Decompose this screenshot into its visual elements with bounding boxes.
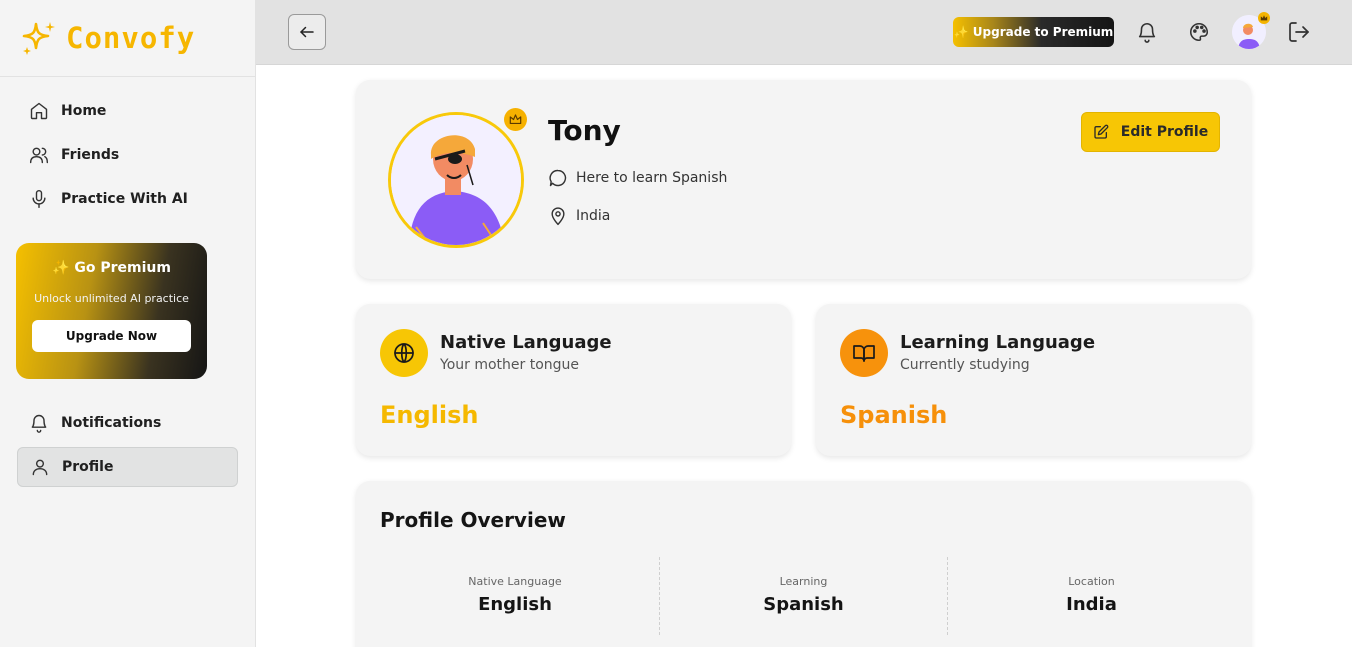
notifications-button[interactable]	[1135, 20, 1159, 44]
profile-name: Tony	[548, 114, 621, 147]
bell-icon	[31, 414, 47, 433]
upgrade-premium-button[interactable]: ✨ Upgrade to Premium	[953, 17, 1114, 47]
stat-value: Spanish	[763, 594, 844, 615]
palette-icon	[1190, 22, 1209, 42]
profile-bio: Here to learn Spanish	[548, 168, 727, 188]
sidebar-item-label: Home	[61, 103, 107, 119]
mic-icon	[32, 189, 46, 209]
bell-icon	[1138, 23, 1156, 43]
stat-label: Native Language	[468, 575, 562, 588]
stat-native-language: Native Language English	[371, 557, 659, 635]
sidebar-item-label: Practice With AI	[61, 191, 188, 207]
stat-value: English	[478, 594, 552, 615]
user-avatar[interactable]	[1232, 12, 1270, 49]
profile-location-text: India	[576, 208, 611, 224]
sidebar-item-friends[interactable]: Friends	[17, 135, 238, 175]
chat-bubble-icon	[549, 169, 567, 187]
profile-avatar	[388, 112, 524, 248]
stat-value: India	[1066, 594, 1117, 615]
native-language-value: English	[380, 401, 479, 429]
sidebar-item-label: Notifications	[61, 415, 162, 431]
brand-logo[interactable]: Convofy	[0, 0, 255, 77]
learning-language-value: Spanish	[840, 401, 948, 429]
map-pin-icon	[551, 207, 565, 226]
native-language-subtitle: Your mother tongue	[440, 357, 580, 373]
logout-button[interactable]	[1287, 20, 1311, 44]
upgrade-now-button[interactable]: Upgrade Now	[32, 320, 191, 352]
edit-profile-label: Edit Profile	[1120, 124, 1209, 140]
sidebar-item-label: Friends	[61, 147, 120, 163]
edit-profile-button[interactable]: Edit Profile	[1081, 112, 1220, 152]
book-badge	[840, 329, 888, 377]
premium-promo-card: ✨ Go Premium Unlock unlimited AI practic…	[16, 243, 207, 379]
sidebar-item-label: Profile	[62, 459, 114, 475]
globe-icon	[394, 343, 414, 363]
learning-language-card: Learning Language Currently studying Spa…	[816, 304, 1251, 456]
home-icon	[30, 102, 48, 120]
sidebar: Convofy Home Friends Practice With AI ✨ …	[0, 0, 256, 647]
sidebar-item-notifications[interactable]: Notifications	[17, 403, 238, 443]
crown-icon	[1258, 12, 1270, 24]
profile-bio-text: Here to learn Spanish	[576, 170, 728, 186]
learning-language-subtitle: Currently studying	[900, 357, 1030, 373]
native-language-title: Native Language	[440, 332, 612, 353]
avatar-illustration-icon	[391, 115, 521, 245]
stat-label: Location	[1068, 575, 1115, 588]
brand-name: Convofy	[66, 21, 196, 55]
premium-subtitle: Unlock unlimited AI practice	[34, 292, 189, 305]
profile-overview-card: Profile Overview Native Language English…	[356, 481, 1251, 647]
book-open-icon	[853, 345, 875, 362]
back-arrow-icon	[300, 26, 314, 38]
theme-button[interactable]	[1187, 20, 1211, 44]
premium-title: ✨ Go Premium	[52, 260, 171, 276]
sidebar-item-practice-ai[interactable]: Practice With AI	[17, 179, 238, 219]
crown-icon	[509, 114, 522, 124]
globe-badge	[380, 329, 428, 377]
learning-language-title: Learning Language	[900, 332, 1096, 353]
sidebar-nav-bottom: Notifications Profile	[0, 403, 255, 487]
users-icon	[29, 147, 49, 164]
sidebar-item-home[interactable]: Home	[17, 91, 238, 131]
native-language-card: Native Language Your mother tongue Engli…	[356, 304, 791, 456]
sparkle-logo-icon	[22, 22, 55, 55]
logout-icon	[1289, 22, 1309, 42]
overview-title: Profile Overview	[380, 508, 566, 532]
sidebar-item-profile[interactable]: Profile	[17, 447, 238, 487]
back-button[interactable]	[288, 14, 326, 50]
profile-location: India	[548, 206, 610, 226]
top-bar: ✨ Upgrade to Premium	[256, 0, 1352, 65]
edit-icon	[1094, 124, 1109, 139]
profile-card: Tony Here to learn Spanish India Edit Pr…	[356, 80, 1251, 279]
stat-learning: Learning Spanish	[659, 557, 947, 635]
user-icon	[32, 459, 48, 476]
stat-label: Learning	[779, 575, 828, 588]
sidebar-nav: Home Friends Practice With AI	[0, 77, 255, 219]
stat-location: Location India	[947, 557, 1235, 635]
premium-crown-badge	[504, 108, 527, 131]
